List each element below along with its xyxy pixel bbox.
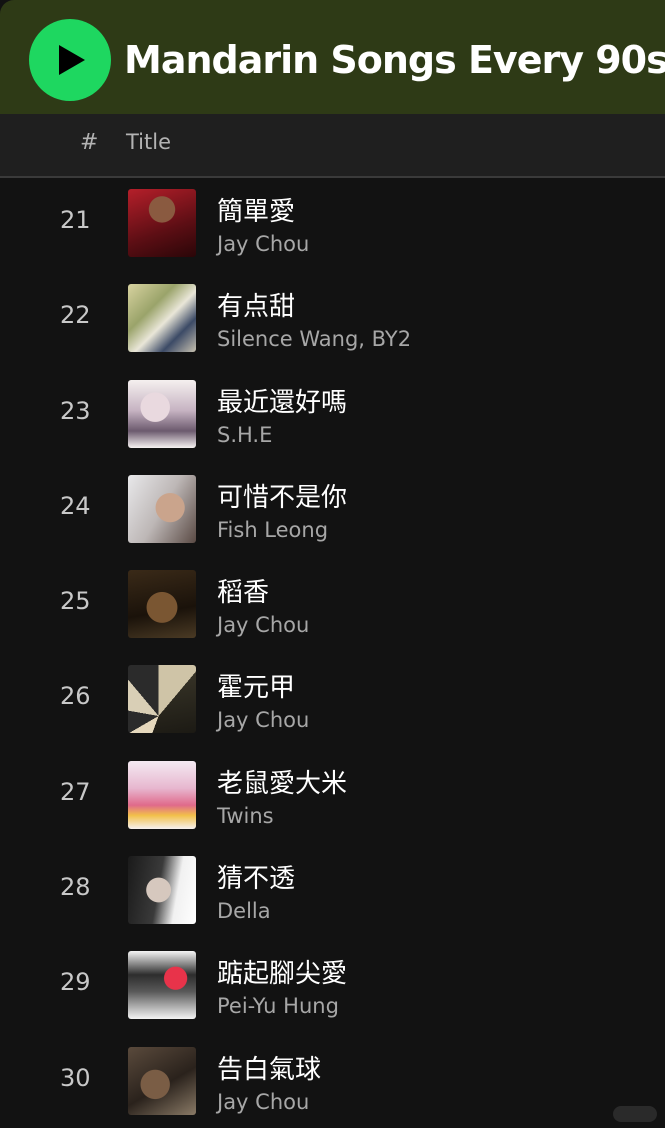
- track-title[interactable]: 踮起腳尖愛: [217, 953, 347, 990]
- track-artist[interactable]: Jay Chou: [217, 1090, 309, 1114]
- play-button[interactable]: [29, 19, 111, 101]
- track-title[interactable]: 猜不透: [217, 858, 295, 895]
- track-number: 26: [60, 682, 91, 711]
- track-artist[interactable]: S.H.E: [217, 423, 272, 447]
- play-icon: [59, 45, 85, 75]
- track-artist[interactable]: Jay Chou: [217, 232, 309, 256]
- album-cover: [128, 570, 196, 639]
- track-title[interactable]: 簡單愛: [217, 191, 295, 228]
- track-title[interactable]: 老鼠愛大米: [217, 763, 347, 800]
- track-number: 29: [60, 968, 91, 997]
- track-artist[interactable]: Jay Chou: [217, 708, 309, 732]
- track-table-header: # Title: [0, 114, 665, 178]
- track-artist[interactable]: Pei-Yu Hung: [217, 994, 339, 1018]
- playlist-header: Mandarin Songs Every 90s Baby Knows: [0, 0, 665, 114]
- track-number: 22: [60, 301, 91, 330]
- track-number: 28: [60, 873, 91, 902]
- track-number: 23: [60, 396, 91, 425]
- floating-badge: [613, 1106, 657, 1122]
- album-cover: [128, 951, 196, 1020]
- track-title[interactable]: 霍元甲: [217, 667, 295, 704]
- track-artist[interactable]: Silence Wang, BY2: [217, 327, 411, 351]
- track-artist[interactable]: Della: [217, 899, 271, 923]
- track-row[interactable]: 30 告白氣球 Jay Chou: [0, 1034, 665, 1128]
- track-row[interactable]: 27 老鼠愛大米 Twins: [0, 748, 665, 843]
- track-artist[interactable]: Fish Leong: [217, 518, 328, 542]
- track-number: 27: [60, 777, 91, 806]
- column-header-number: #: [80, 130, 99, 155]
- track-row[interactable]: 24 可惜不是你 Fish Leong: [0, 462, 665, 557]
- track-row[interactable]: 26 霍元甲 Jay Chou: [0, 652, 665, 747]
- track-title[interactable]: 稻香: [217, 572, 269, 609]
- track-title[interactable]: 有点甜: [217, 286, 295, 323]
- playlist-view: Mandarin Songs Every 90s Baby Knows # Ti…: [0, 0, 665, 1128]
- album-cover: [128, 189, 196, 257]
- track-title[interactable]: 告白氣球: [217, 1049, 321, 1086]
- album-cover: [128, 856, 196, 925]
- album-cover: [128, 1046, 196, 1115]
- track-row[interactable]: 22 有点甜 Silence Wang, BY2: [0, 271, 665, 366]
- track-number: 30: [60, 1063, 91, 1092]
- track-number: 21: [60, 206, 91, 234]
- track-title[interactable]: 最近還好嗎: [217, 382, 347, 419]
- track-row[interactable]: 23 最近還好嗎 S.H.E: [0, 367, 665, 462]
- track-row[interactable]: 28 猜不透 Della: [0, 843, 665, 938]
- track-list: 21 簡單愛 Jay Chou 22 有点甜 Silence Wang, BY2…: [0, 176, 665, 1128]
- album-cover: [128, 665, 196, 734]
- playlist-title: Mandarin Songs Every 90s Baby Knows: [124, 38, 665, 82]
- album-cover: [128, 760, 196, 829]
- track-artist[interactable]: Twins: [217, 804, 274, 828]
- track-artist[interactable]: Jay Chou: [217, 613, 309, 637]
- album-cover: [128, 474, 196, 543]
- track-title[interactable]: 可惜不是你: [217, 477, 347, 514]
- column-header-title[interactable]: Title: [126, 130, 171, 154]
- track-row[interactable]: 25 稻香 Jay Chou: [0, 557, 665, 652]
- album-cover: [128, 379, 196, 448]
- album-cover: [128, 284, 196, 353]
- track-row[interactable]: 21 簡單愛 Jay Chou: [0, 176, 665, 271]
- track-number: 24: [60, 491, 91, 520]
- track-number: 25: [60, 587, 91, 616]
- track-row[interactable]: 29 踮起腳尖愛 Pei-Yu Hung: [0, 938, 665, 1033]
